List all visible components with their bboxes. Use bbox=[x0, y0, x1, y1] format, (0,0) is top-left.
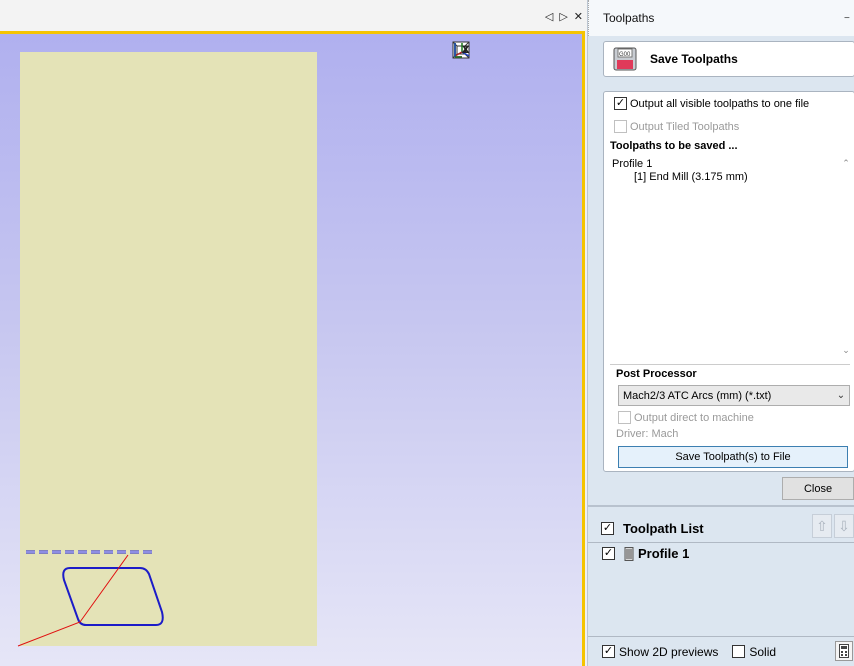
toolpaths-to-save-list[interactable]: Profile 1 [1] End Mill (3.175 mm) ⌃ ⌄ bbox=[610, 156, 852, 358]
svg-text:Y: Y bbox=[462, 44, 470, 56]
calculator-icon[interactable] bbox=[835, 641, 853, 661]
driver-label: Driver: Mach bbox=[616, 428, 679, 440]
view-z-icon[interactable]: Z bbox=[454, 41, 520, 61]
chevron-down-icon: ⌄ bbox=[836, 390, 846, 401]
post-processor-title: Post Processor bbox=[616, 368, 697, 380]
save-options-card: ✓ Output all visible toolpaths to one fi… bbox=[603, 91, 854, 472]
toolpath-item-profile-1[interactable]: ✓ Profile 1 bbox=[602, 546, 689, 561]
solid-label: Solid bbox=[749, 644, 777, 659]
iso-view-icon[interactable] bbox=[454, 41, 496, 61]
panel-title: Toolpaths bbox=[603, 11, 655, 25]
toolpaths-panel: Toolpaths − G00 Save Toolpaths ✓ Output … bbox=[587, 0, 854, 666]
panel-footer: ✓ Show 2D previews Solid bbox=[588, 636, 854, 666]
move-down-icon[interactable]: ⇩ bbox=[834, 514, 854, 538]
document-tab-bar: ◁ ▷ ✕ bbox=[0, 0, 587, 31]
solid-checkbox[interactable] bbox=[732, 645, 746, 658]
chevron-up-icon[interactable]: ⌃ bbox=[842, 158, 850, 169]
view-y-icon[interactable]: Y bbox=[454, 41, 568, 61]
3d-viewport[interactable]: Z X Y bbox=[0, 34, 582, 666]
output-all-checkbox[interactable]: ✓ bbox=[614, 97, 627, 110]
show-2d-label: Show 2D previews bbox=[619, 644, 719, 659]
output-tiled-label: Output Tiled Toolpaths bbox=[630, 120, 740, 133]
post-processor-select[interactable]: Mach2/3 ATC Arcs (mm) (*.txt) ⌄ bbox=[618, 385, 850, 406]
post-processor-value: Mach2/3 ATC Arcs (mm) (*.txt) bbox=[623, 389, 772, 402]
chevron-down-icon[interactable]: ⌄ bbox=[842, 345, 850, 356]
app-window: ◁ ▷ ✕ Z X Y Toolpaths − G00 Save Toolpat… bbox=[0, 0, 854, 666]
divider bbox=[610, 364, 850, 365]
to-be-saved-title: Toolpaths to be saved ... bbox=[610, 140, 738, 152]
material-block bbox=[20, 52, 317, 646]
scene bbox=[17, 52, 317, 647]
triangle-left-icon[interactable]: ◁ bbox=[545, 10, 553, 24]
list-item: [1] End Mill (3.175 mm) bbox=[634, 171, 748, 183]
profile-1-label: Profile 1 bbox=[638, 546, 690, 561]
output-direct-checkbox bbox=[618, 411, 631, 424]
panel-header: Toolpaths − bbox=[588, 0, 854, 36]
pin-icon[interactable]: − bbox=[844, 13, 854, 24]
toolpath-list-title: Toolpath List bbox=[623, 520, 704, 536]
triangle-right-icon[interactable]: ▷ bbox=[559, 10, 567, 24]
toolpath-list-header: ✓ Toolpath List ⇧ ⇩ bbox=[588, 514, 854, 542]
toolpath-tool-icon bbox=[624, 546, 634, 561]
profile-1-checkbox[interactable]: ✓ bbox=[602, 547, 615, 560]
separator bbox=[588, 505, 854, 507]
show-2d-option[interactable]: ✓ Show 2D previews bbox=[602, 645, 718, 659]
list-scrollbar[interactable]: ⌃ ⌄ bbox=[840, 158, 852, 356]
floppy-disk-icon: G00 bbox=[613, 47, 637, 71]
output-all-option[interactable]: ✓ Output all visible toolpaths to one fi… bbox=[614, 97, 809, 110]
solid-option[interactable]: Solid bbox=[732, 645, 776, 659]
output-tiled-option: Output Tiled Toolpaths bbox=[614, 120, 739, 133]
toolpath-list-checkbox[interactable]: ✓ bbox=[601, 521, 614, 535]
output-direct-label: Output direct to machine bbox=[634, 411, 754, 424]
save-toolpaths-title: Save Toolpaths bbox=[650, 52, 738, 66]
view-toolbar: Z X Y bbox=[452, 41, 568, 61]
output-tiled-checkbox bbox=[614, 120, 627, 133]
show-2d-checkbox[interactable]: ✓ bbox=[602, 645, 615, 658]
view-x-icon[interactable]: X bbox=[454, 41, 544, 61]
divider bbox=[588, 542, 854, 543]
svg-text:G00: G00 bbox=[619, 52, 631, 58]
output-all-label: Output all visible toolpaths to one file bbox=[630, 97, 810, 110]
save-toolpaths-card: G00 Save Toolpaths bbox=[603, 41, 854, 77]
close-button[interactable]: Close bbox=[782, 477, 854, 500]
close-icon[interactable]: ✕ bbox=[574, 10, 583, 24]
output-direct-option: Output direct to machine bbox=[618, 411, 754, 424]
move-up-icon[interactable]: ⇧ bbox=[812, 514, 832, 538]
tab-controls: ◁ ▷ ✕ bbox=[545, 10, 583, 24]
list-item: Profile 1 bbox=[612, 158, 653, 170]
save-to-file-button[interactable]: Save Toolpath(s) to File bbox=[618, 446, 848, 468]
